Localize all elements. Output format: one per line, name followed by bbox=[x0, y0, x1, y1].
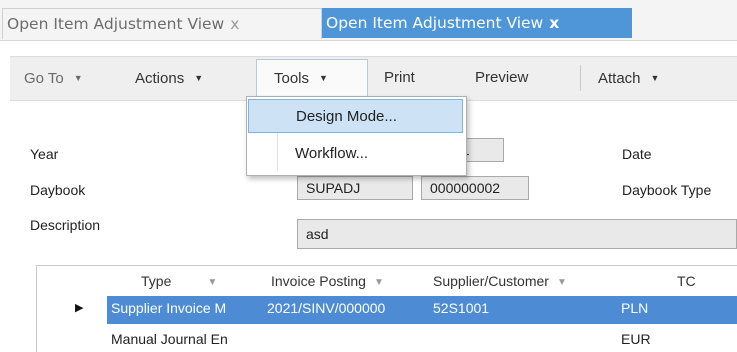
menu-item-workflow[interactable]: Workflow... bbox=[248, 137, 463, 171]
close-icon[interactable]: x bbox=[549, 14, 559, 32]
column-label: Supplier/Customer bbox=[433, 273, 549, 289]
daybook-code-field[interactable]: SUPADJ bbox=[297, 176, 413, 200]
cell-tc: EUR bbox=[621, 331, 651, 347]
table-row[interactable]: Supplier Invoice M 2021/SINV/000000 52S1… bbox=[107, 296, 737, 324]
actions-button[interactable]: Actions ▼ bbox=[135, 67, 203, 89]
goto-label: Go To bbox=[24, 70, 64, 87]
filter-icon[interactable]: ▼ bbox=[374, 277, 384, 288]
date-label: Date bbox=[622, 146, 652, 162]
column-header-supplier-customer[interactable]: Supplier/Customer ▼ bbox=[433, 273, 567, 289]
tools-button[interactable]: Tools ▼ bbox=[274, 67, 328, 89]
attach-label: Attach bbox=[598, 70, 641, 87]
chevron-down-icon: ▼ bbox=[319, 73, 328, 83]
tools-dropdown-menu: Design Mode... Workflow... bbox=[246, 96, 467, 176]
column-label: Type bbox=[141, 273, 172, 289]
filter-icon[interactable]: ▼ bbox=[207, 277, 217, 288]
close-icon[interactable]: x bbox=[230, 15, 239, 33]
toolbar-divider bbox=[580, 65, 581, 91]
tab-label: Open Item Adjustment View bbox=[326, 14, 544, 32]
description-field[interactable]: asd bbox=[297, 219, 737, 249]
tab-open-item-adjustment-view-2[interactable]: Open Item Adjustment View x bbox=[322, 8, 632, 38]
table-row[interactable]: Manual Journal En EUR bbox=[107, 326, 737, 352]
cell-type: Supplier Invoice M bbox=[111, 300, 227, 316]
print-button[interactable]: Print bbox=[384, 67, 415, 89]
cell-tc: PLN bbox=[621, 300, 649, 316]
cell-supplier-customer: 52S1001 bbox=[433, 300, 490, 316]
daybook-label: Daybook bbox=[30, 182, 86, 198]
filter-icon[interactable]: ▼ bbox=[557, 277, 567, 288]
column-header-tc[interactable]: TC bbox=[677, 273, 696, 289]
menu-item-design-mode[interactable]: Design Mode... bbox=[248, 99, 463, 133]
items-grid: Type ▼ Invoice Posting ▼ Supplier/Customer… bbox=[36, 265, 737, 352]
daybook-number-field[interactable]: 000000002 bbox=[421, 176, 529, 200]
description-label: Description bbox=[30, 217, 101, 233]
cell-type: Manual Journal En bbox=[111, 331, 228, 347]
current-row-indicator-icon: ▶ bbox=[75, 302, 84, 314]
year-label: Year bbox=[30, 146, 59, 162]
column-label: Invoice Posting bbox=[271, 273, 366, 289]
chevron-down-icon: ▼ bbox=[650, 73, 660, 83]
tools-label: Tools bbox=[274, 70, 310, 87]
actions-label: Actions bbox=[135, 70, 185, 87]
grid-header: Type ▼ Invoice Posting ▼ Supplier/Customer… bbox=[37, 266, 737, 296]
preview-button[interactable]: Preview bbox=[475, 67, 528, 89]
cell-invoice-posting: 2021/SINV/000000 bbox=[267, 300, 386, 316]
daybook-type-label: Daybook Type bbox=[622, 182, 712, 198]
chevron-down-icon: ▼ bbox=[73, 73, 83, 83]
attach-button[interactable]: Attach ▼ bbox=[598, 67, 659, 89]
tab-open-item-adjustment-view-1[interactable]: Open Item Adjustment View x bbox=[2, 8, 322, 39]
chevron-down-icon: ▼ bbox=[194, 73, 204, 83]
column-header-type[interactable]: Type ▼ bbox=[141, 273, 217, 289]
goto-button[interactable]: Go To ▼ bbox=[24, 67, 83, 89]
toolbar: Go To ▼ Actions ▼ Tools ▼ Print Preview Att… bbox=[10, 56, 737, 101]
column-header-invoice-posting[interactable]: Invoice Posting ▼ bbox=[271, 273, 384, 289]
tab-label: Open Item Adjustment View bbox=[7, 15, 225, 33]
